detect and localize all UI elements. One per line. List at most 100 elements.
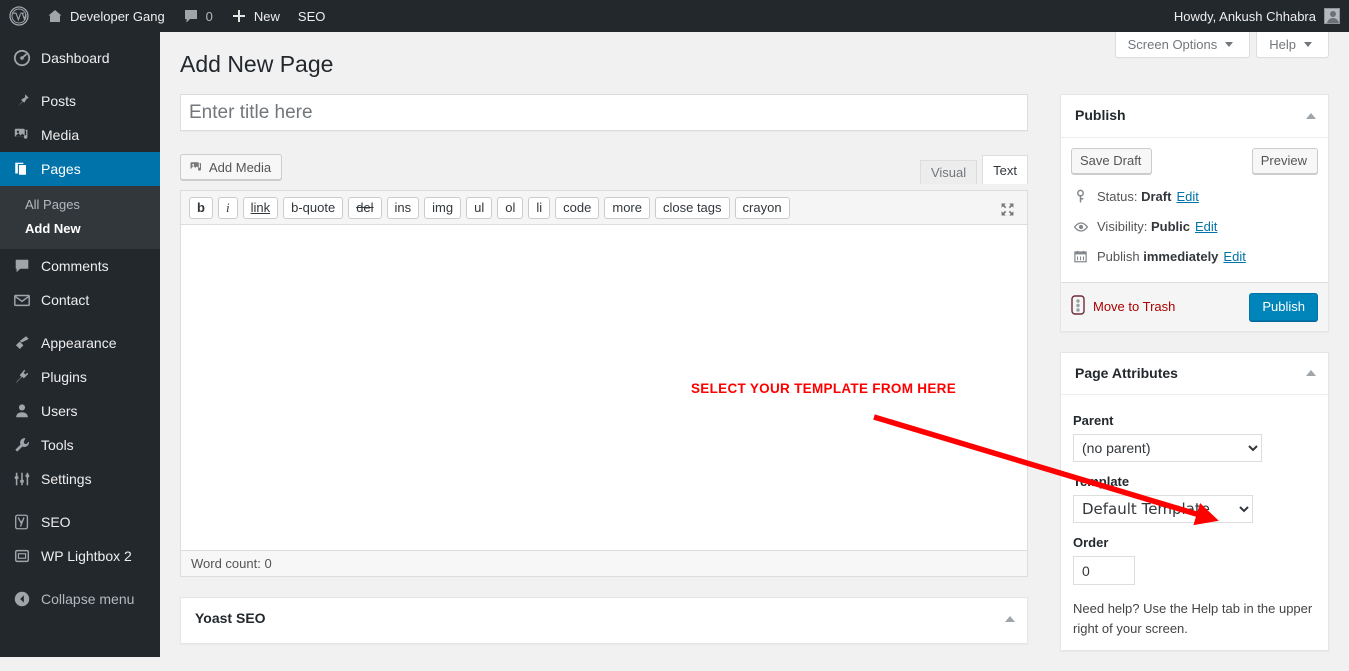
sidebar-item-dashboard[interactable]: Dashboard bbox=[0, 41, 160, 75]
qt-button-i[interactable]: i bbox=[217, 197, 238, 219]
sidebar-label: Comments bbox=[41, 258, 109, 274]
post-content-textarea[interactable] bbox=[181, 225, 1027, 550]
preview-button[interactable]: Preview bbox=[1251, 147, 1318, 174]
sidebar-item-plugins[interactable]: Plugins bbox=[0, 360, 160, 394]
sidebar-item-appearance[interactable]: Appearance bbox=[0, 326, 160, 360]
sidebar-item-posts[interactable]: Posts bbox=[0, 84, 160, 118]
publish-button[interactable]: Publish bbox=[1249, 292, 1318, 321]
post-status-text: Status: bbox=[1097, 188, 1138, 204]
order-label: Order bbox=[1073, 535, 1109, 551]
qt-button-ul[interactable]: ul bbox=[466, 197, 493, 219]
sidebar-item-wp-lightbox-2[interactable]: WP Lightbox 2 bbox=[0, 539, 160, 573]
post-status-value: Draft bbox=[1141, 188, 1172, 204]
qt-button-img[interactable]: img bbox=[424, 197, 462, 219]
admin-sidebar-menu: Dashboard Posts Media Pages All Pages Ad… bbox=[0, 32, 168, 657]
publish-metabox-header[interactable]: Publish bbox=[1061, 95, 1328, 138]
wp-logo-menu[interactable] bbox=[0, 0, 38, 32]
post-visibility-text: Visibility: bbox=[1097, 218, 1148, 234]
sidebar-item-settings[interactable]: Settings bbox=[0, 462, 160, 496]
pin-icon bbox=[12, 91, 32, 111]
howdy-label: Howdy, Ankush Chhabra bbox=[1173, 8, 1316, 24]
template-label: Template bbox=[1073, 474, 1130, 490]
save-draft-button[interactable]: Save Draft bbox=[1071, 147, 1153, 174]
move-to-trash-link[interactable]: Move to Trash bbox=[1093, 299, 1175, 314]
menu-separator bbox=[0, 496, 160, 505]
edit-schedule-link[interactable]: Edit bbox=[1223, 248, 1245, 266]
sidebar-item-seo[interactable]: SEO bbox=[0, 505, 160, 539]
yoast-icon bbox=[12, 512, 32, 532]
new-content-menu[interactable]: New bbox=[222, 0, 289, 32]
qt-button-li[interactable]: li bbox=[528, 197, 551, 219]
paintbrush-icon bbox=[12, 333, 32, 353]
adminbar-seo-menu[interactable]: SEO bbox=[289, 0, 334, 32]
order-input[interactable] bbox=[1073, 556, 1135, 586]
add-media-button[interactable]: Add Media bbox=[180, 154, 283, 180]
qt-button-code[interactable]: code bbox=[555, 197, 600, 219]
qt-button-b[interactable]: b bbox=[189, 197, 213, 219]
sidebar-subitem-all-pages[interactable]: All Pages bbox=[0, 193, 160, 217]
help-button[interactable]: Help bbox=[1256, 32, 1329, 58]
calendar-icon bbox=[1073, 249, 1093, 264]
site-name-menu[interactable]: Developer Gang bbox=[38, 0, 174, 32]
sidebar-item-media[interactable]: Media bbox=[0, 118, 160, 152]
post-title-input[interactable] bbox=[181, 95, 1027, 130]
qt-button-b-quote[interactable]: b-quote bbox=[283, 197, 344, 219]
site-name-label: Developer Gang bbox=[70, 8, 165, 24]
admin-content-area: Screen Options Help Add New Page Add Med… bbox=[160, 32, 1349, 657]
comment-bubble-icon bbox=[12, 256, 32, 276]
yoast-seo-title: Yoast SEO bbox=[195, 610, 266, 626]
collapse-menu-label: Collapse menu bbox=[41, 591, 135, 607]
qt-button-link[interactable]: link bbox=[242, 197, 279, 219]
plus-icon bbox=[231, 8, 247, 24]
parent-select[interactable]: (no parent) bbox=[1073, 434, 1262, 463]
qt-button-crayon[interactable]: crayon bbox=[734, 197, 790, 219]
toggle-collapse-icon[interactable] bbox=[1306, 112, 1316, 119]
adminbar-seo-label: SEO bbox=[297, 8, 326, 24]
sidebar-item-pages[interactable]: Pages bbox=[0, 152, 168, 186]
qt-button-del[interactable]: del bbox=[348, 197, 382, 219]
user-avatar-icon bbox=[1324, 8, 1340, 24]
fullscreen-expand-icon[interactable] bbox=[997, 199, 1017, 219]
post-visibility-row: Visibility: Public Edit bbox=[1073, 212, 1316, 242]
qt-button-ol[interactable]: ol bbox=[497, 197, 524, 219]
sidebar-label: Pages bbox=[41, 161, 81, 177]
editor-mode-tabs: Visual Text bbox=[915, 155, 1028, 184]
visibility-eye-icon bbox=[1073, 219, 1093, 235]
sidebar-item-users[interactable]: Users bbox=[0, 394, 160, 428]
screen-meta-links: Screen Options Help bbox=[1114, 32, 1329, 58]
sidebar-item-contact[interactable]: Contact bbox=[0, 283, 160, 317]
toggle-collapse-icon[interactable] bbox=[1005, 615, 1015, 622]
lightbox-icon bbox=[12, 546, 32, 566]
page-attributes-header[interactable]: Page Attributes bbox=[1061, 353, 1328, 396]
sidebar-label: SEO bbox=[41, 514, 71, 530]
misc-publishing-actions: Status: Draft Edit Visibility: Public Ed… bbox=[1061, 182, 1328, 282]
sidebar-subitem-add-new[interactable]: Add New bbox=[0, 217, 160, 241]
collapse-arrow-icon bbox=[12, 589, 32, 609]
post-schedule-value: immediately bbox=[1143, 248, 1219, 264]
tab-text-editor[interactable]: Text bbox=[982, 155, 1028, 184]
sidebar-item-comments[interactable]: Comments bbox=[0, 249, 160, 283]
plug-icon bbox=[12, 367, 32, 387]
page-title: Add New Page bbox=[180, 51, 334, 77]
qt-button-close-tags[interactable]: close tags bbox=[654, 197, 730, 219]
help-label: Help bbox=[1269, 37, 1296, 52]
collapse-menu-button[interactable]: Collapse menu bbox=[0, 582, 160, 616]
screen-options-button[interactable]: Screen Options bbox=[1114, 32, 1251, 58]
post-schedule-row: Publish immediately Edit bbox=[1073, 242, 1316, 272]
sidebar-item-tools[interactable]: Tools bbox=[0, 428, 160, 462]
new-content-label: New bbox=[253, 8, 280, 24]
parent-label: Parent bbox=[1073, 413, 1114, 429]
tab-visual-editor[interactable]: Visual bbox=[919, 160, 978, 184]
edit-visibility-link[interactable]: Edit bbox=[1195, 218, 1217, 236]
edit-status-link[interactable]: Edit bbox=[1176, 188, 1198, 206]
sidebar-label: WP Lightbox 2 bbox=[41, 548, 132, 564]
comments-bubble[interactable]: 0 bbox=[174, 0, 222, 32]
yoast-seo-header[interactable]: Yoast SEO bbox=[181, 598, 1027, 643]
post-status-key-icon bbox=[1073, 189, 1093, 204]
post-side-column: Publish Save Draft Preview Status: Draft bbox=[1060, 94, 1329, 671]
my-account-menu[interactable]: Howdy, Ankush Chhabra bbox=[1165, 0, 1349, 32]
toggle-collapse-icon[interactable] bbox=[1306, 370, 1316, 377]
qt-button-ins[interactable]: ins bbox=[386, 197, 420, 219]
template-select[interactable]: Default Template bbox=[1073, 495, 1253, 524]
qt-button-more[interactable]: more bbox=[604, 197, 650, 219]
